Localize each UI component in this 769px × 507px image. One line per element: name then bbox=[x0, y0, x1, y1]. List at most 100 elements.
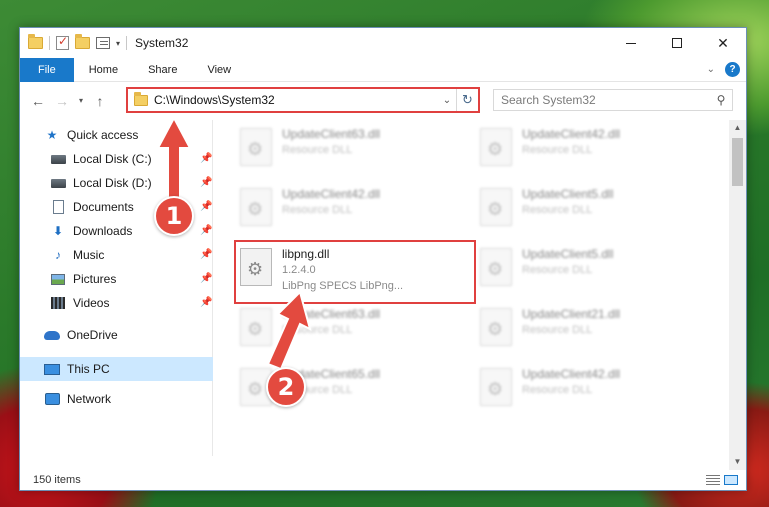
sidebar-item-label: Videos bbox=[73, 296, 110, 310]
chevron-down-icon[interactable]: ⌄ bbox=[707, 64, 715, 75]
file-item[interactable]: UpdateClient63.dll Resource DLL bbox=[240, 306, 470, 358]
tab-file[interactable]: File bbox=[20, 57, 74, 82]
sidebar-item-local-disk-d[interactable]: Local Disk (D:) bbox=[50, 172, 213, 194]
folder-icon bbox=[28, 34, 43, 49]
dll-file-icon bbox=[240, 308, 272, 346]
title-bar: ▾ System32 ✕ bbox=[20, 28, 746, 58]
file-item[interactable]: UpdateClient42.dll Resource DLL bbox=[480, 126, 710, 178]
this-pc-icon bbox=[44, 362, 60, 376]
file-name: UpdateClient21.dll bbox=[522, 307, 621, 321]
vertical-scrollbar[interactable]: ▲ ▼ bbox=[729, 120, 746, 470]
address-path[interactable]: C:\Windows\System32 bbox=[154, 93, 438, 107]
close-button[interactable]: ✕ bbox=[700, 28, 746, 58]
address-bar[interactable]: C:\Windows\System32 ⌄ ↻ bbox=[126, 87, 480, 113]
file-name: UpdateClient63.dll bbox=[282, 307, 381, 321]
sidebar-item-label: Pictures bbox=[73, 272, 117, 286]
toolbar-separator bbox=[126, 36, 128, 50]
search-icon[interactable]: ⚲ bbox=[710, 93, 732, 107]
pin-icon[interactable]: 📌 bbox=[200, 225, 212, 236]
window-controls: ✕ bbox=[608, 28, 746, 58]
sidebar-item-videos[interactable]: Videos bbox=[50, 292, 213, 314]
sidebar-item-pictures[interactable]: Pictures bbox=[50, 268, 213, 290]
file-item[interactable]: UpdateClient42.dll Resource DLL bbox=[240, 186, 470, 238]
pin-icon[interactable]: 📌 bbox=[200, 153, 212, 164]
minimize-icon bbox=[626, 42, 636, 44]
pin-icon[interactable]: 📌 bbox=[200, 177, 212, 188]
navigation-pane: ★ Quick access Local Disk (C:) Local Dis… bbox=[20, 120, 213, 456]
scrollbar-thumb[interactable] bbox=[732, 138, 743, 186]
dll-file-icon bbox=[240, 248, 272, 286]
recent-locations-button[interactable]: ▾ bbox=[74, 89, 88, 113]
drive-icon bbox=[50, 152, 66, 166]
address-dropdown-icon[interactable]: ⌄ bbox=[438, 95, 456, 106]
pin-icon[interactable]: 📌 bbox=[200, 297, 212, 308]
details-view-icon[interactable] bbox=[706, 475, 720, 485]
file-description: LibPng SPECS LibPng... bbox=[282, 280, 404, 292]
file-description: Resource DLL bbox=[282, 324, 353, 336]
file-item[interactable]: UpdateClient63.dll Resource DLL bbox=[240, 126, 470, 178]
file-description: Resource DLL bbox=[522, 384, 593, 396]
sidebar-item-local-disk-c[interactable]: Local Disk (C:) bbox=[50, 148, 213, 170]
dll-file-icon bbox=[480, 188, 512, 226]
file-description: Resource DLL bbox=[282, 204, 353, 216]
help-icon[interactable]: ? bbox=[725, 62, 740, 77]
sidebar-item-network[interactable]: Network bbox=[44, 388, 111, 410]
up-button[interactable]: ↑ bbox=[88, 89, 112, 113]
downloads-icon: ⬇ bbox=[52, 224, 64, 238]
scroll-down-icon[interactable]: ▼ bbox=[729, 454, 746, 470]
sidebar-item-quick-access[interactable]: ★ Quick access bbox=[44, 124, 139, 146]
file-item[interactable]: UpdateClient21.dll Resource DLL bbox=[480, 306, 710, 358]
file-description: Resource DLL bbox=[522, 204, 593, 216]
maximize-button[interactable] bbox=[654, 28, 700, 58]
sidebar-item-label: This PC bbox=[67, 362, 110, 376]
file-name: UpdateClient42.dll bbox=[522, 127, 621, 141]
file-version: 1.2.4.0 bbox=[282, 264, 316, 276]
properties-icon[interactable] bbox=[56, 34, 69, 50]
tiles-view-icon[interactable] bbox=[724, 475, 738, 485]
navigation-bar: ← → ▾ ↑ C:\Windows\System32 ⌄ ↻ Search S… bbox=[20, 83, 746, 118]
customize-view-icon[interactable] bbox=[96, 37, 110, 49]
pin-icon[interactable]: 📌 bbox=[200, 201, 212, 212]
file-description: Resource DLL bbox=[522, 324, 593, 336]
file-name: libpng.dll bbox=[282, 247, 330, 261]
forward-button[interactable]: → bbox=[50, 89, 74, 113]
quick-access-toolbar: ▾ bbox=[20, 34, 128, 50]
sidebar-item-this-pc[interactable]: This PC bbox=[20, 357, 213, 381]
sidebar-item-onedrive[interactable]: OneDrive bbox=[44, 324, 118, 346]
search-input[interactable]: Search System32 ⚲ bbox=[493, 89, 733, 111]
file-item[interactable]: UpdateClient42.dll Resource DLL bbox=[480, 366, 710, 418]
tab-view[interactable]: View bbox=[192, 58, 246, 82]
sidebar-item-label: Music bbox=[73, 248, 105, 262]
dll-file-icon bbox=[480, 248, 512, 286]
dll-file-icon bbox=[480, 308, 512, 346]
pin-icon[interactable]: 📌 bbox=[200, 249, 212, 260]
pin-icon[interactable]: 📌 bbox=[200, 273, 212, 284]
file-item[interactable]: UpdateClient5.dll Resource DLL bbox=[480, 246, 710, 298]
search-placeholder: Search System32 bbox=[501, 93, 596, 107]
minimize-button[interactable] bbox=[608, 28, 654, 58]
scroll-up-icon[interactable]: ▲ bbox=[729, 120, 746, 136]
back-button[interactable]: ← bbox=[26, 89, 50, 113]
file-name: UpdateClient63.dll bbox=[282, 127, 381, 141]
file-explorer-window: ▾ System32 ✕ File Home Share View ⌄ ? ← … bbox=[19, 27, 747, 491]
toolbar-dropdown-icon[interactable]: ▾ bbox=[116, 39, 120, 48]
documents-icon bbox=[50, 200, 66, 214]
dll-file-icon bbox=[480, 128, 512, 166]
new-folder-icon[interactable] bbox=[75, 34, 90, 49]
file-item[interactable]: UpdateClient5.dll Resource DLL bbox=[480, 186, 710, 238]
dll-file-icon bbox=[240, 128, 272, 166]
drive-icon bbox=[50, 176, 66, 190]
maximize-icon bbox=[672, 38, 682, 48]
tab-home[interactable]: Home bbox=[74, 58, 133, 82]
tab-share[interactable]: Share bbox=[133, 58, 192, 82]
file-name: UpdateClient42.dll bbox=[522, 367, 621, 381]
file-name: UpdateClient5.dll bbox=[522, 247, 614, 261]
pictures-icon bbox=[50, 272, 66, 286]
dll-file-icon bbox=[480, 368, 512, 406]
refresh-button[interactable]: ↻ bbox=[456, 89, 478, 111]
window-title: System32 bbox=[135, 36, 189, 50]
file-name: UpdateClient5.dll bbox=[522, 187, 614, 201]
sidebar-item-music[interactable]: ♪ Music bbox=[50, 244, 213, 266]
file-item-libpng[interactable]: libpng.dll 1.2.4.0 LibPng SPECS LibPng..… bbox=[234, 240, 476, 304]
sidebar-item-label: Local Disk (D:) bbox=[73, 176, 152, 190]
